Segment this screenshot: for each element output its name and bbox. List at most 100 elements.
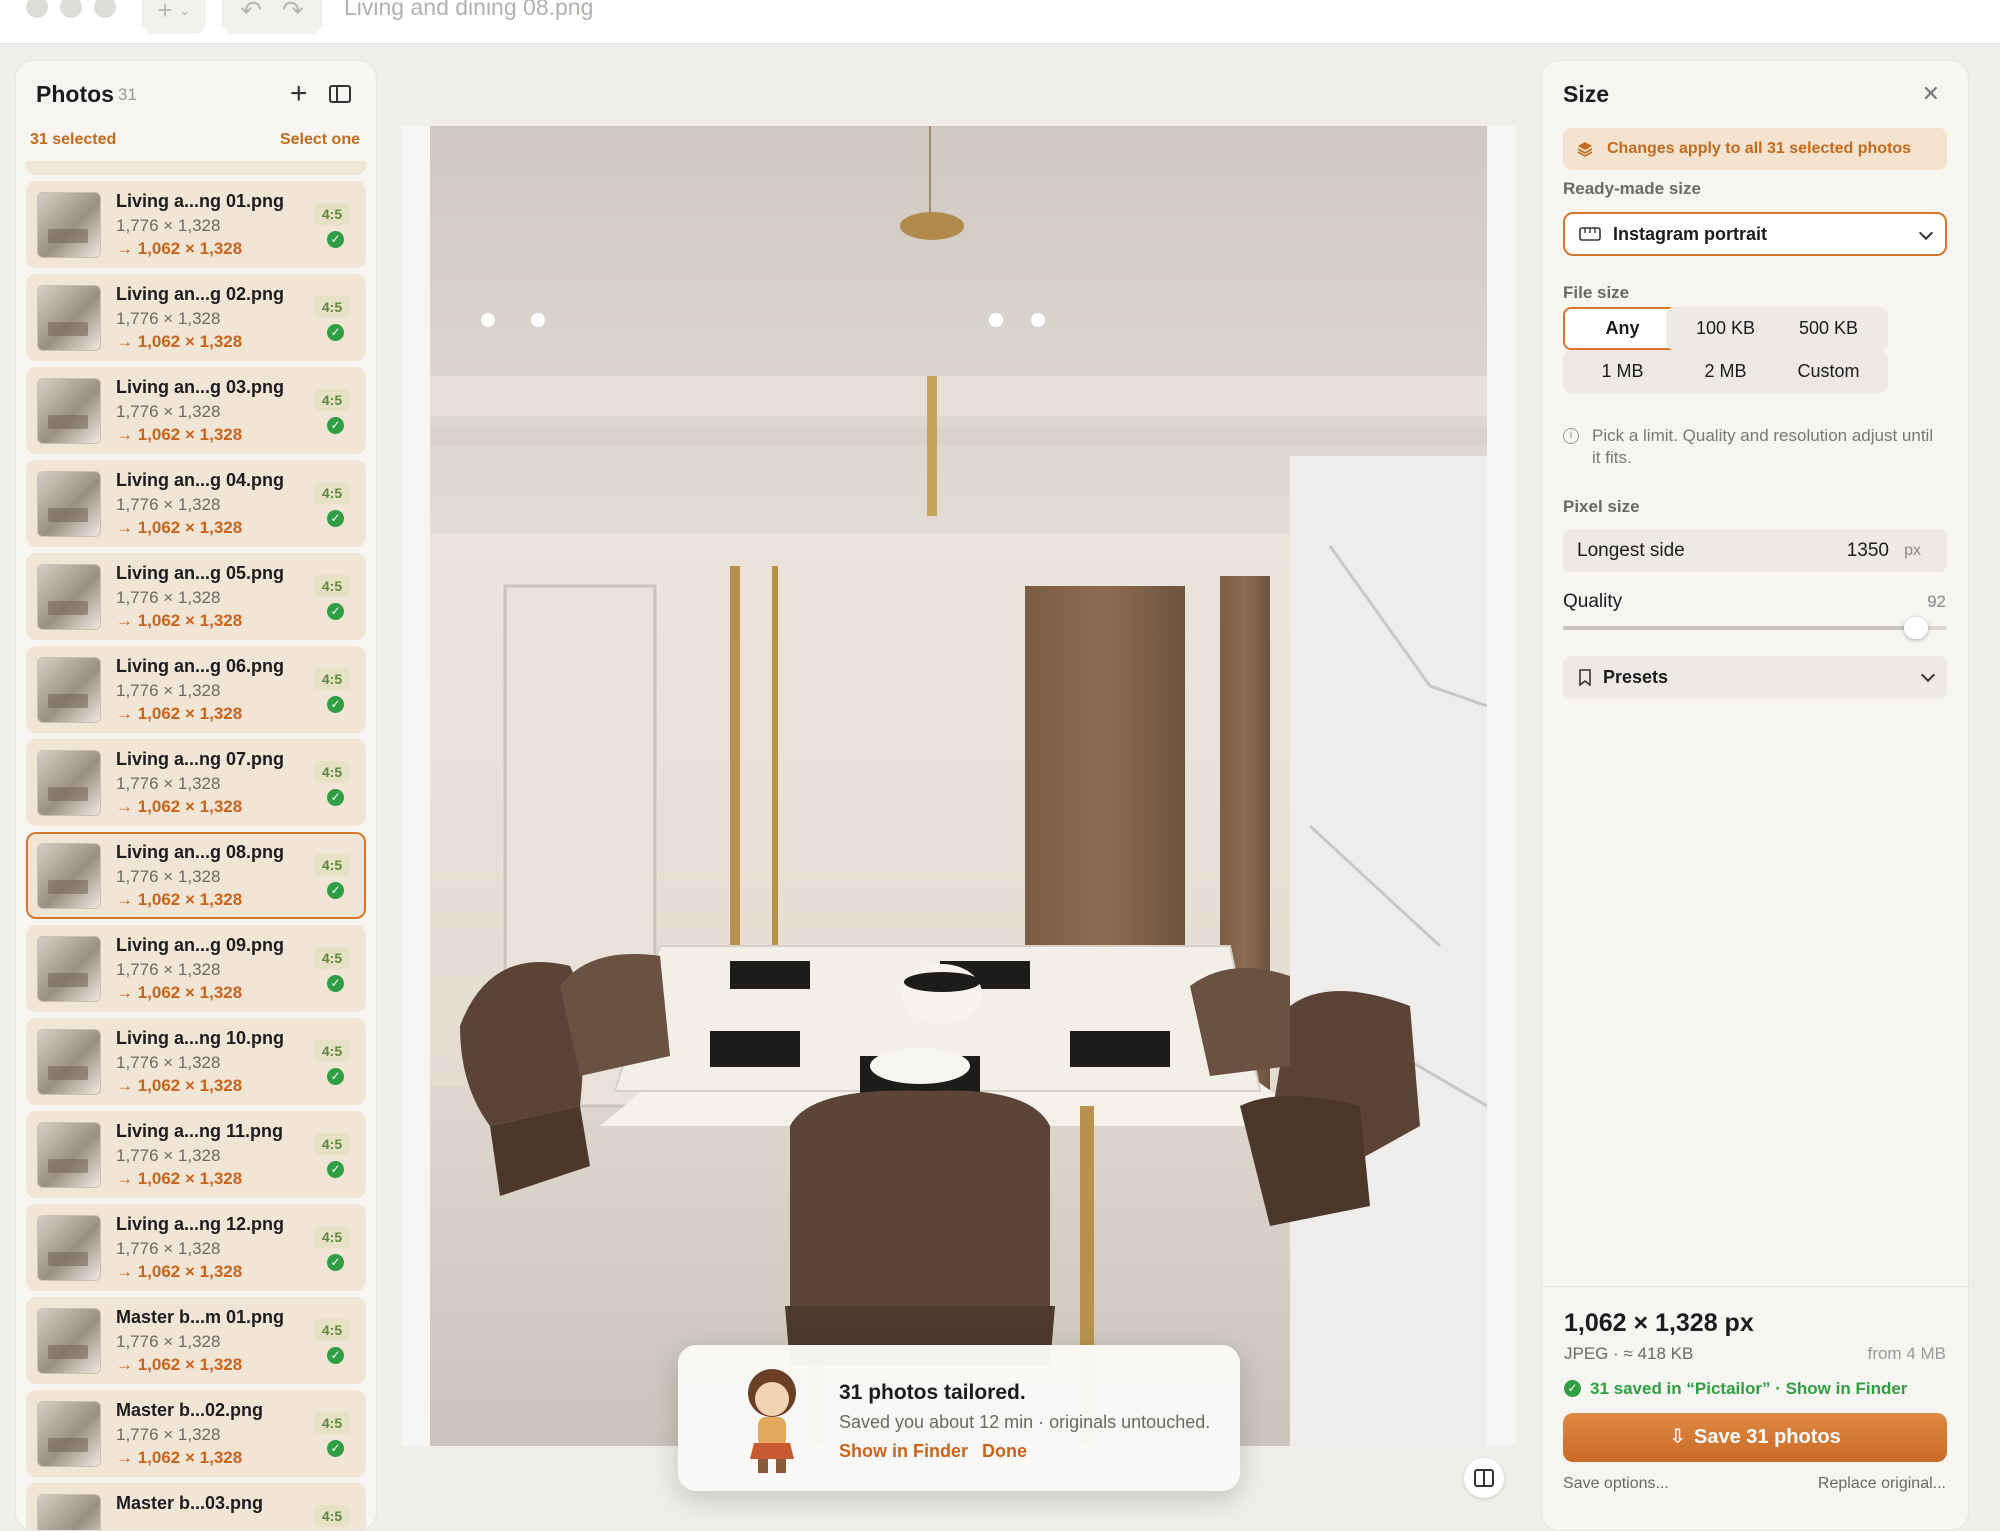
checkmark-icon: ✓ (327, 603, 344, 620)
plus-icon: + (157, 0, 173, 25)
file-size-option[interactable]: 500 KB (1769, 307, 1888, 350)
photo-name: Living a...ng 07.png (116, 749, 285, 769)
list-item-partial[interactable] (26, 161, 366, 175)
zoom-window-button[interactable] (94, 0, 116, 18)
redo-icon[interactable]: ↷ (282, 0, 304, 26)
aspect-ratio-badge: 4:5 (314, 389, 350, 411)
undo-icon[interactable]: ↶ (240, 0, 262, 26)
list-item[interactable]: Living an...g 04.png 1,776 × 1,328 → 1,062… (26, 460, 366, 547)
success-toast: 31 photos tailored. Saved you about 12 m… (678, 1345, 1240, 1491)
list-item[interactable]: Living an...g 03.png 1,776 × 1,328 → 1,062… (26, 367, 366, 454)
photo-thumbnail (37, 1494, 101, 1530)
photo-original-dimensions: 1,776 × 1,328 (116, 495, 221, 514)
photo-thumbnail (37, 564, 101, 630)
photo-original-dimensions: 1,776 × 1,328 (116, 1332, 221, 1351)
photo-new-dimensions: → 1,062 × 1,328 (116, 1448, 243, 1467)
file-size-option[interactable]: 2 MB (1666, 350, 1785, 393)
add-photo-plus-icon[interactable]: + (290, 77, 308, 111)
checkmark-icon: ✓ (327, 1068, 344, 1085)
sidebar-toggle-icon[interactable] (329, 85, 351, 103)
photo-count: 31 (118, 85, 137, 104)
list-item[interactable]: Living a...ng 11.png 1,776 × 1,328 → 1,062… (26, 1111, 366, 1198)
aspect-ratio-badge: 4:5 (314, 947, 350, 969)
select-one-link[interactable]: Select one (280, 131, 360, 149)
toast-done-button[interactable]: Done (982, 1441, 1027, 1462)
preview-photo (430, 126, 1487, 1446)
photo-new-dimensions: → 1,062 × 1,328 (116, 797, 243, 816)
list-item[interactable]: Living a...ng 10.png 1,776 × 1,328 → 1,062… (26, 1018, 366, 1105)
pixel-size-label: Pixel size (1563, 497, 1640, 516)
photo-original-dimensions: 1,776 × 1,328 (116, 1146, 221, 1165)
presets-dropdown[interactable]: Presets (1563, 656, 1947, 699)
compare-icon[interactable] (1464, 1458, 1504, 1498)
list-item[interactable]: Living an...g 02.png 1,776 × 1,328 → 1,062… (26, 274, 366, 361)
aspect-ratio-badge: 4:5 (314, 482, 350, 504)
save-photos-button[interactable]: ⇩ Save 31 photos (1563, 1413, 1947, 1462)
checkmark-icon: ✓ (327, 789, 344, 806)
photo-thumbnail (37, 285, 101, 351)
checkmark-icon: ✓ (327, 1161, 344, 1178)
longest-side-label: Longest side (1577, 540, 1685, 561)
list-item[interactable]: Living a...ng 01.png 1,776 × 1,328 → 1,062… (26, 181, 366, 268)
list-item[interactable]: Master b...03.png 4:5 (26, 1483, 366, 1530)
chevron-down-icon (1920, 667, 1936, 683)
photo-name: Living a...ng 10.png (116, 1028, 285, 1048)
list-item[interactable]: Living an...g 08.png 1,776 × 1,328 → 1,062… (26, 832, 366, 919)
list-item[interactable]: Living a...ng 12.png 1,776 × 1,328 → 1,062… (26, 1204, 366, 1291)
close-window-button[interactable] (26, 0, 48, 18)
ready-made-size-select[interactable]: Instagram portrait (1563, 212, 1947, 256)
list-item[interactable]: Living a...ng 07.png 1,776 × 1,328 → 1,062… (26, 739, 366, 826)
checkmark-icon: ✓ (327, 1254, 344, 1271)
photo-name: Master b...03.png (116, 1493, 264, 1513)
apply-all-notice: Changes apply to all 31 selected photos (1563, 128, 1947, 170)
ruler-icon (1579, 227, 1601, 241)
list-item[interactable]: Living an...g 09.png 1,776 × 1,328 → 1,062… (26, 925, 366, 1012)
photo-thumbnail (37, 378, 101, 444)
checkmark-icon: ✓ (1564, 1380, 1581, 1397)
quality-slider-fill (1563, 626, 1917, 630)
aspect-ratio-badge: 4:5 (314, 1133, 350, 1155)
title-bar: + ⌄ ↶ ↷ Living and dining 08.png (0, 0, 2000, 44)
replace-original-link[interactable]: Replace original... (1818, 1475, 1946, 1493)
file-size-option[interactable]: Any (1563, 307, 1682, 350)
close-icon[interactable]: ✕ (1922, 81, 1940, 107)
minimize-window-button[interactable] (60, 0, 82, 18)
photo-original-dimensions: 1,776 × 1,328 (116, 1425, 221, 1444)
list-item[interactable]: Living an...g 06.png 1,776 × 1,328 → 1,062… (26, 646, 366, 733)
file-size-option[interactable]: Custom (1769, 350, 1888, 393)
photo-name: Living an...g 09.png (116, 935, 285, 955)
quality-slider-knob[interactable] (1904, 617, 1929, 639)
photo-thumbnail (37, 657, 101, 723)
save-options-link[interactable]: Save options... (1563, 1475, 1669, 1493)
toast-subtitle: Saved you about 12 min · originals untou… (839, 1412, 1211, 1432)
add-button[interactable]: + ⌄ (142, 0, 206, 34)
longest-side-field[interactable]: Longest side 1350 px (1563, 529, 1947, 572)
sidebar-title: Photos (36, 81, 114, 107)
list-item[interactable]: Living an...g 05.png 1,776 × 1,328 → 1,062… (26, 553, 366, 640)
chevron-down-icon: ⌄ (178, 1, 191, 18)
aspect-ratio-badge: 4:5 (314, 761, 350, 783)
photo-original-dimensions: 1,776 × 1,328 (116, 960, 221, 979)
file-size-option[interactable]: 1 MB (1563, 350, 1682, 393)
aspect-ratio-badge: 4:5 (314, 1319, 350, 1341)
aspect-ratio-badge: 4:5 (314, 854, 350, 876)
photo-name: Living a...ng 12.png (116, 1214, 285, 1234)
photo-original-dimensions: 1,776 × 1,328 (116, 681, 221, 700)
toast-show-in-finder-link[interactable]: Show in Finder (839, 1441, 968, 1462)
photo-name: Master b...02.png (116, 1400, 264, 1420)
photo-name: Living an...g 02.png (116, 284, 285, 304)
save-button-label: Save 31 photos (1694, 1426, 1841, 1448)
list-item[interactable]: Master b...02.png 1,776 × 1,328 → 1,062 × … (26, 1390, 366, 1477)
aspect-ratio-badge: 4:5 (314, 668, 350, 690)
photo-list: Living a...ng 01.png 1,776 × 1,328 → 1,062… (26, 181, 366, 1530)
file-size-option[interactable]: 100 KB (1666, 307, 1785, 350)
saved-status[interactable]: ✓ 31 saved in “Pictailor” · Show in Find… (1564, 1379, 1907, 1399)
aspect-ratio-badge: 4:5 (314, 1226, 350, 1248)
list-item[interactable]: Master b...m 01.png 1,776 × 1,328 → 1,062 … (26, 1297, 366, 1384)
photo-original-dimensions: 1,776 × 1,328 (116, 774, 221, 793)
longest-side-value[interactable]: 1350 (1847, 540, 1889, 562)
ready-made-size-value: Instagram portrait (1613, 224, 1768, 244)
photo-new-dimensions: → 1,062 × 1,328 (116, 239, 243, 258)
quality-slider[interactable] (1563, 617, 1947, 639)
output-format-size: JPEG · ≈ 418 KB (1564, 1344, 1694, 1363)
